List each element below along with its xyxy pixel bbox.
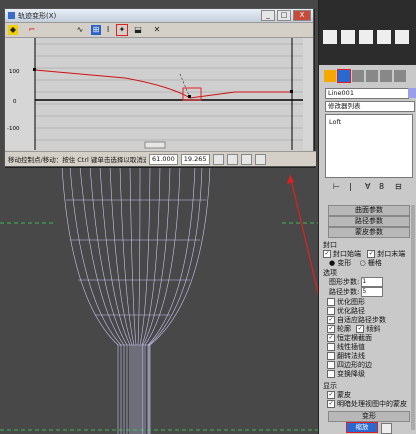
object-color-swatch[interactable] bbox=[408, 88, 416, 98]
close-icon[interactable]: ✕ bbox=[152, 25, 162, 35]
contour-checkbox[interactable]: ✓ bbox=[327, 325, 335, 333]
annotation-arrow bbox=[289, 174, 318, 296]
utilities-tab-icon[interactable] bbox=[394, 70, 406, 82]
close-button[interactable]: X bbox=[293, 10, 311, 21]
show-end-result-icon[interactable]: | bbox=[349, 182, 352, 191]
status-hint: 移动控制点/移动：按住 Ctrl 键单击选择以取消选择 bbox=[8, 156, 146, 164]
grid-label: 栅格 bbox=[367, 259, 382, 267]
scale-deform-button[interactable]: 缩放 bbox=[346, 422, 378, 433]
graph-scrollbar[interactable] bbox=[144, 141, 166, 149]
make-unique-icon[interactable]: ∀ bbox=[365, 182, 370, 191]
remove-modifier-icon[interactable]: 8 bbox=[379, 182, 384, 191]
section-skin-parameters[interactable]: 蒙皮参数 bbox=[328, 227, 410, 238]
line-icon[interactable]: ⌐ bbox=[27, 25, 37, 35]
render-frame-icon[interactable] bbox=[341, 30, 355, 44]
modifier-list-label: 修改器列表 bbox=[328, 102, 361, 110]
banking-checkbox[interactable]: ✓ bbox=[356, 325, 365, 333]
panel-scrollbar[interactable] bbox=[411, 205, 415, 430]
object-name-field[interactable]: Line001 bbox=[325, 88, 409, 99]
banking-label: 倾斜 bbox=[366, 325, 381, 333]
path-deform-window[interactable]: 轨迹变形(X) _ □ X ◆ ⌐ ∿ ⊞ I ✦ ⬓ ✕ 100 0 -100… bbox=[4, 8, 316, 167]
y-value-field[interactable]: 19.265 bbox=[180, 153, 210, 165]
maximize-button[interactable]: □ bbox=[277, 10, 291, 21]
shape-steps-row: 图形步数: 1 bbox=[329, 277, 384, 287]
app-icon bbox=[8, 12, 15, 19]
teapot-icon[interactable] bbox=[377, 30, 391, 44]
command-panel: Line001 修改器列表 Loft ⊢ | ∀ 8 ⊟ 曲面参数 路径参数 蒙… bbox=[318, 0, 416, 434]
motion-tab-icon[interactable] bbox=[366, 70, 378, 82]
create-tab-icon[interactable] bbox=[324, 70, 336, 82]
section-path-parameters[interactable]: 路径参数 bbox=[328, 216, 410, 227]
deform-graph[interactable]: 100 0 -100 bbox=[5, 38, 313, 150]
zoom-extents-icon[interactable] bbox=[226, 153, 238, 165]
disp-skin-shaded[interactable]: ✓ 明暗处理视图中的蒙皮 bbox=[327, 399, 407, 409]
shape-steps-input[interactable]: 1 bbox=[361, 277, 384, 287]
pan-icon[interactable] bbox=[212, 153, 224, 165]
hierarchy-tab-icon[interactable] bbox=[352, 70, 364, 82]
window-title: 轨迹变形(X) bbox=[18, 11, 57, 20]
zoom-icon[interactable]: ⊞ bbox=[91, 25, 101, 35]
cap-type-row: ● 变形 ○ 栅格 bbox=[329, 258, 382, 268]
x-value-field[interactable]: 61.000 bbox=[149, 153, 178, 165]
select-icon[interactable]: ✦ bbox=[116, 24, 128, 36]
y-label-neg100: -100 bbox=[7, 126, 20, 132]
cap-end-label: 封口末端 bbox=[377, 250, 406, 258]
window-titlebar[interactable]: 轨迹变形(X) _ □ X bbox=[5, 9, 313, 23]
path-steps-row: 路径步数: 5 bbox=[329, 287, 384, 297]
render-icon[interactable] bbox=[323, 30, 337, 44]
modifier-list-dropdown[interactable]: 修改器列表 bbox=[325, 101, 415, 112]
material-icon[interactable] bbox=[359, 30, 373, 44]
main-toolbar bbox=[319, 0, 416, 65]
pin-stack-icon[interactable]: ⊢ bbox=[333, 182, 340, 191]
cap-end-checkbox[interactable]: ✓ bbox=[367, 250, 376, 258]
y-label-0: 0 bbox=[13, 99, 17, 105]
path-steps-label: 路径步数: bbox=[329, 288, 360, 296]
section-surface-parameters[interactable]: 曲面参数 bbox=[328, 205, 410, 216]
curve-icon[interactable]: ∿ bbox=[75, 25, 85, 35]
shape-steps-label: 图形步数: bbox=[329, 278, 360, 286]
scale-toggle-icon[interactable] bbox=[381, 423, 392, 434]
scale-icon[interactable]: ⬓ bbox=[133, 25, 143, 35]
zoom-vertical-icon[interactable] bbox=[254, 153, 266, 165]
grid-radio[interactable]: ○ bbox=[360, 259, 368, 267]
deform-statusbar: 移动控制点/移动：按住 Ctrl 键单击选择以取消选择 61.000 19.26… bbox=[5, 151, 316, 166]
stack-tools: ⊢ | ∀ 8 ⊟ bbox=[325, 182, 411, 192]
opt-transform-degrade[interactable]: 变换降级 bbox=[327, 369, 365, 379]
configure-modifier-sets-icon[interactable]: ⊟ bbox=[395, 182, 402, 191]
panel-tabs bbox=[322, 69, 414, 84]
deform-toolbar: ◆ ⌐ ∿ ⊞ I ✦ ⬓ ✕ bbox=[5, 23, 313, 38]
cap-start-checkbox[interactable]: ✓ bbox=[323, 250, 331, 258]
display-tab-icon[interactable] bbox=[380, 70, 392, 82]
path-steps-input[interactable]: 5 bbox=[361, 287, 384, 297]
modify-tab-icon[interactable] bbox=[337, 69, 351, 83]
minimize-button[interactable]: _ bbox=[261, 10, 275, 21]
modifier-stack[interactable]: Loft bbox=[325, 114, 413, 178]
render-setup-icon[interactable] bbox=[395, 30, 409, 44]
section-deformations[interactable]: 变形 bbox=[328, 411, 410, 422]
cap-start-label: 封口始端 bbox=[333, 250, 361, 258]
y-label-100: 100 bbox=[9, 69, 20, 75]
insert-point-icon[interactable]: I bbox=[103, 25, 113, 35]
key-icon[interactable]: ◆ bbox=[8, 25, 18, 35]
stack-item-loft[interactable]: Loft bbox=[329, 118, 341, 126]
contour-label: 轮廓 bbox=[337, 325, 351, 333]
morph-label: 变形 bbox=[337, 259, 352, 267]
zoom-horizontal-icon[interactable] bbox=[240, 153, 252, 165]
